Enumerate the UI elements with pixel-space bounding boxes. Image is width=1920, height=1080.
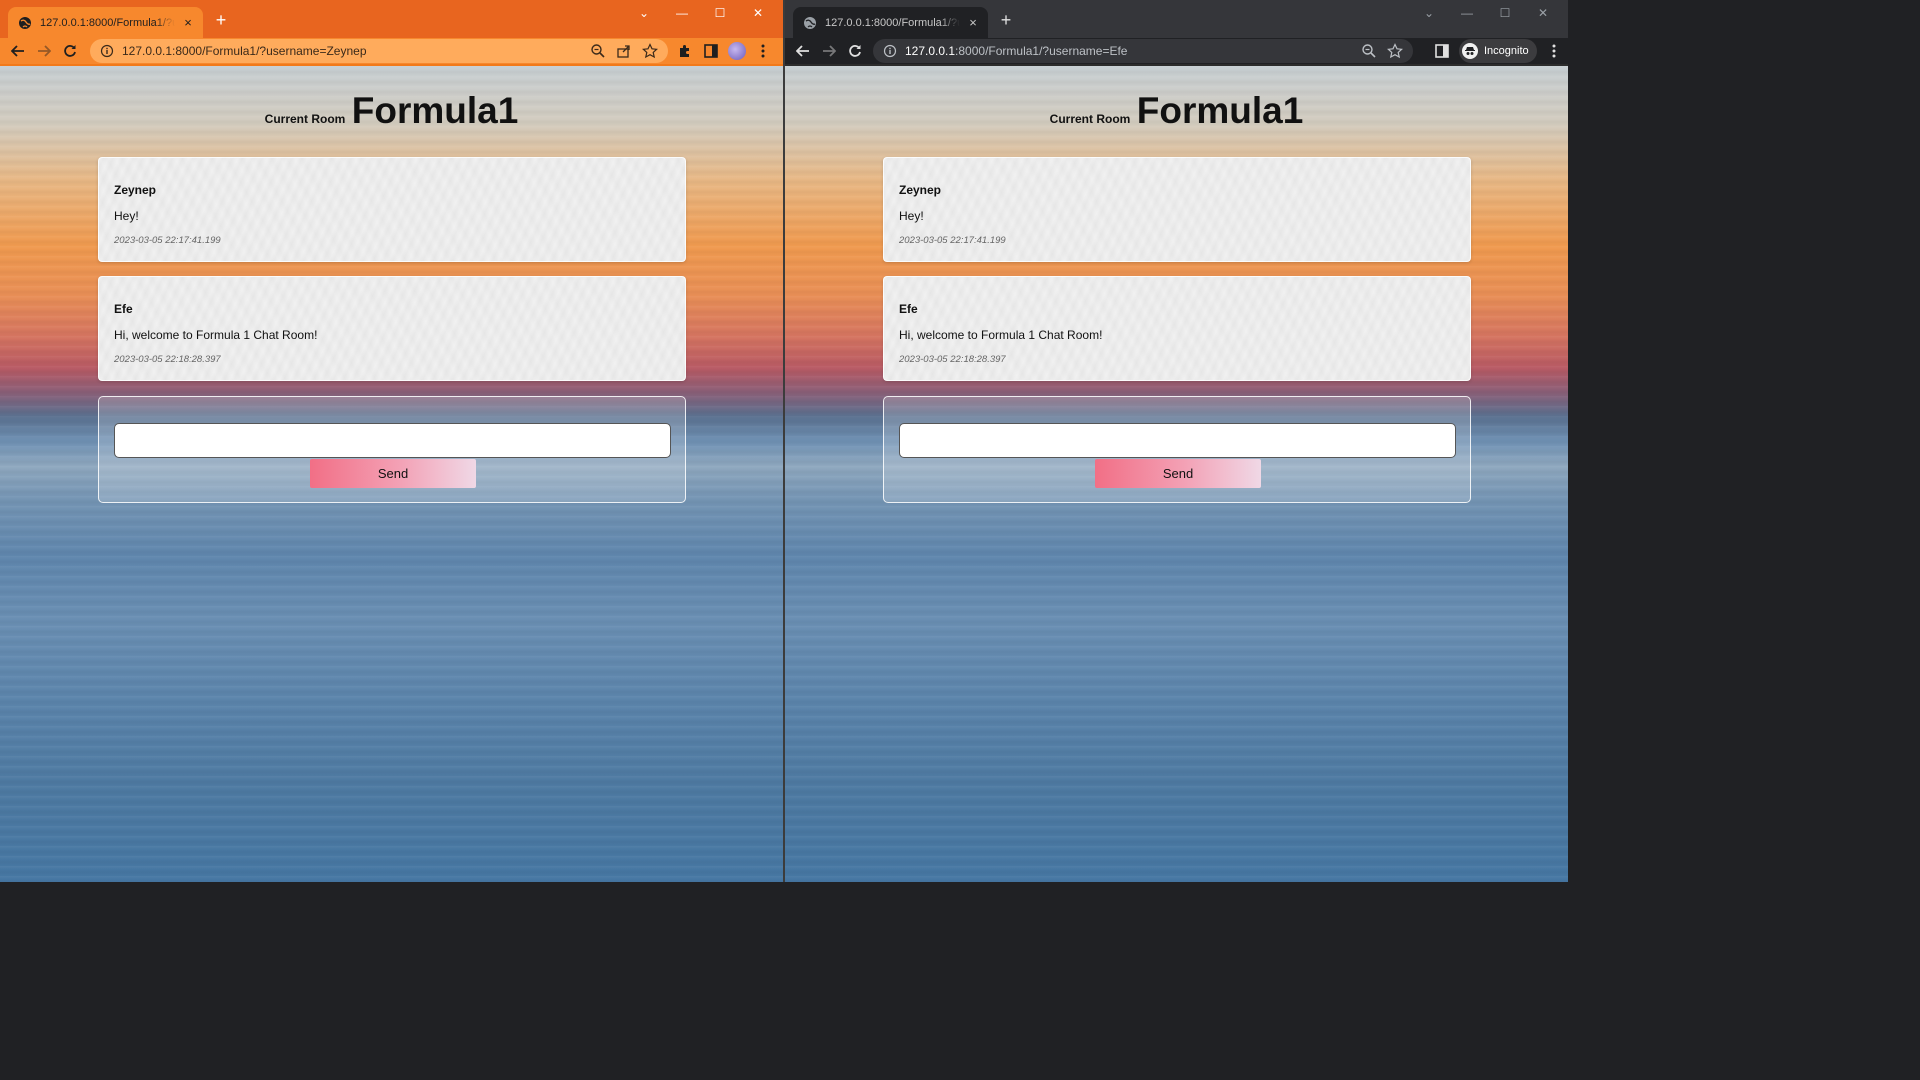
window-controls: ⌄ — ☐ ✕: [625, 0, 777, 26]
share-icon[interactable]: [616, 43, 632, 59]
message-input[interactable]: [899, 423, 1456, 458]
url-rest: :8000/Formula1/?username=Efe: [955, 44, 1128, 58]
message-text: Hi, welcome to Formula 1 Chat Room!: [114, 328, 318, 342]
site-info-icon[interactable]: [100, 44, 114, 58]
message-timestamp: 2023-03-05 22:17:41.199: [899, 235, 1006, 246]
current-room-label: Current Room: [1049, 112, 1131, 126]
side-panel-icon[interactable]: [702, 42, 720, 60]
forward-arrow-icon[interactable]: [816, 39, 842, 63]
zoom-icon[interactable]: [590, 43, 606, 59]
tab-strip: 127.0.0.1:8000/Formula1/?username=Efe × …: [785, 0, 1568, 38]
browser-window-efe: 127.0.0.1:8000/Formula1/?username=Efe × …: [785, 0, 1568, 882]
incognito-indicator[interactable]: Incognito: [1459, 39, 1537, 63]
puzzle-extension-icon[interactable]: [676, 42, 694, 60]
new-tab-button[interactable]: +: [997, 11, 1015, 29]
bookmark-star-icon[interactable]: [1387, 43, 1403, 59]
message-author: Efe: [899, 302, 918, 316]
reload-icon[interactable]: [842, 39, 868, 63]
maximize-icon[interactable]: ☐: [1486, 6, 1524, 20]
room-header: Current Room Formula1: [785, 90, 1568, 132]
message-card: Zeynep Hey! 2023-03-05 22:17:41.199: [883, 157, 1471, 262]
message-timestamp: 2023-03-05 22:18:28.397: [899, 354, 1006, 365]
tab-strip: 127.0.0.1:8000/Formula1/?username=Zeynep…: [0, 0, 783, 38]
message-composer: Send: [98, 396, 686, 503]
site-info-icon[interactable]: [883, 44, 897, 58]
tab-search-icon[interactable]: ⌄: [1410, 6, 1448, 20]
message-card: Efe Hi, welcome to Formula 1 Chat Room! …: [883, 276, 1471, 381]
new-tab-button[interactable]: +: [212, 11, 230, 29]
send-button[interactable]: Send: [1095, 459, 1261, 488]
profile-avatar[interactable]: [728, 42, 746, 60]
extensions-area: Incognito: [1433, 39, 1563, 63]
omnibox-actions: [590, 43, 658, 59]
kebab-menu-icon[interactable]: [754, 42, 772, 60]
url-host: 127.0.0.1: [122, 44, 173, 58]
bookmark-star-icon[interactable]: [642, 43, 658, 59]
back-arrow-icon[interactable]: [5, 39, 31, 63]
tab-search-icon[interactable]: ⌄: [625, 6, 663, 20]
message-text: Hey!: [114, 209, 139, 223]
message-input[interactable]: [114, 423, 671, 458]
tab-active[interactable]: 127.0.0.1:8000/Formula1/?username=Zeynep…: [8, 7, 203, 38]
current-room-label: Current Room: [264, 112, 346, 126]
send-button[interactable]: Send: [310, 459, 476, 488]
reload-icon[interactable]: [57, 39, 83, 63]
kebab-menu-icon[interactable]: [1545, 42, 1563, 60]
room-name: Formula1: [1136, 90, 1304, 131]
tab-close-icon[interactable]: ×: [181, 15, 195, 30]
tab-title: 127.0.0.1:8000/Formula1/?username=Zeynep: [40, 16, 175, 29]
tab-active[interactable]: 127.0.0.1:8000/Formula1/?username=Efe ×: [793, 7, 988, 38]
omnibox-actions: [1361, 43, 1403, 59]
url-host: 127.0.0.1: [905, 44, 956, 58]
forward-arrow-icon[interactable]: [31, 39, 57, 63]
room-name: Formula1: [351, 90, 519, 131]
back-arrow-icon[interactable]: [790, 39, 816, 63]
globe-icon: [803, 16, 817, 30]
extensions-area: [676, 39, 772, 63]
message-text: Hey!: [899, 209, 924, 223]
page-viewport: Current Room Formula1 Zeynep Hey! 2023-0…: [785, 66, 1568, 882]
browser-window-zeynep: 127.0.0.1:8000/Formula1/?username=Zeynep…: [0, 0, 783, 882]
maximize-icon[interactable]: ☐: [701, 6, 739, 20]
close-window-icon[interactable]: ✕: [739, 6, 777, 20]
side-panel-icon[interactable]: [1433, 42, 1451, 60]
message-timestamp: 2023-03-05 22:17:41.199: [114, 235, 221, 246]
tab-close-icon[interactable]: ×: [966, 15, 980, 30]
browser-toolbar: 127.0.0.1:8000/Formula1/?username=Efe In…: [785, 38, 1568, 66]
zoom-icon[interactable]: [1361, 43, 1377, 59]
message-composer: Send: [883, 396, 1471, 503]
minimize-icon[interactable]: —: [663, 6, 701, 20]
message-card: Zeynep Hey! 2023-03-05 22:17:41.199: [98, 157, 686, 262]
url-text: 127.0.0.1:8000/Formula1/?username=Zeynep: [122, 44, 590, 58]
message-author: Efe: [114, 302, 133, 316]
tab-title: 127.0.0.1:8000/Formula1/?username=Efe: [825, 16, 960, 29]
address-bar[interactable]: 127.0.0.1:8000/Formula1/?username=Efe: [873, 39, 1413, 63]
message-author: Zeynep: [114, 183, 157, 197]
globe-icon: [18, 16, 32, 30]
message-author: Zeynep: [899, 183, 942, 197]
close-window-icon[interactable]: ✕: [1524, 6, 1562, 20]
incognito-icon: [1462, 43, 1478, 59]
message-timestamp: 2023-03-05 22:18:28.397: [114, 354, 221, 365]
room-header: Current Room Formula1: [0, 90, 783, 132]
window-controls: ⌄ — ☐ ✕: [1410, 0, 1562, 26]
url-text: 127.0.0.1:8000/Formula1/?username=Efe: [905, 44, 1361, 58]
page-viewport: Current Room Formula1 Zeynep Hey! 2023-0…: [0, 66, 783, 882]
url-rest: :8000/Formula1/?username=Zeynep: [172, 44, 367, 58]
address-bar[interactable]: 127.0.0.1:8000/Formula1/?username=Zeynep: [90, 39, 668, 63]
message-card: Efe Hi, welcome to Formula 1 Chat Room! …: [98, 276, 686, 381]
browser-toolbar: 127.0.0.1:8000/Formula1/?username=Zeynep: [0, 38, 783, 66]
incognito-label: Incognito: [1484, 45, 1529, 57]
minimize-icon[interactable]: —: [1448, 6, 1486, 20]
message-text: Hi, welcome to Formula 1 Chat Room!: [899, 328, 1103, 342]
